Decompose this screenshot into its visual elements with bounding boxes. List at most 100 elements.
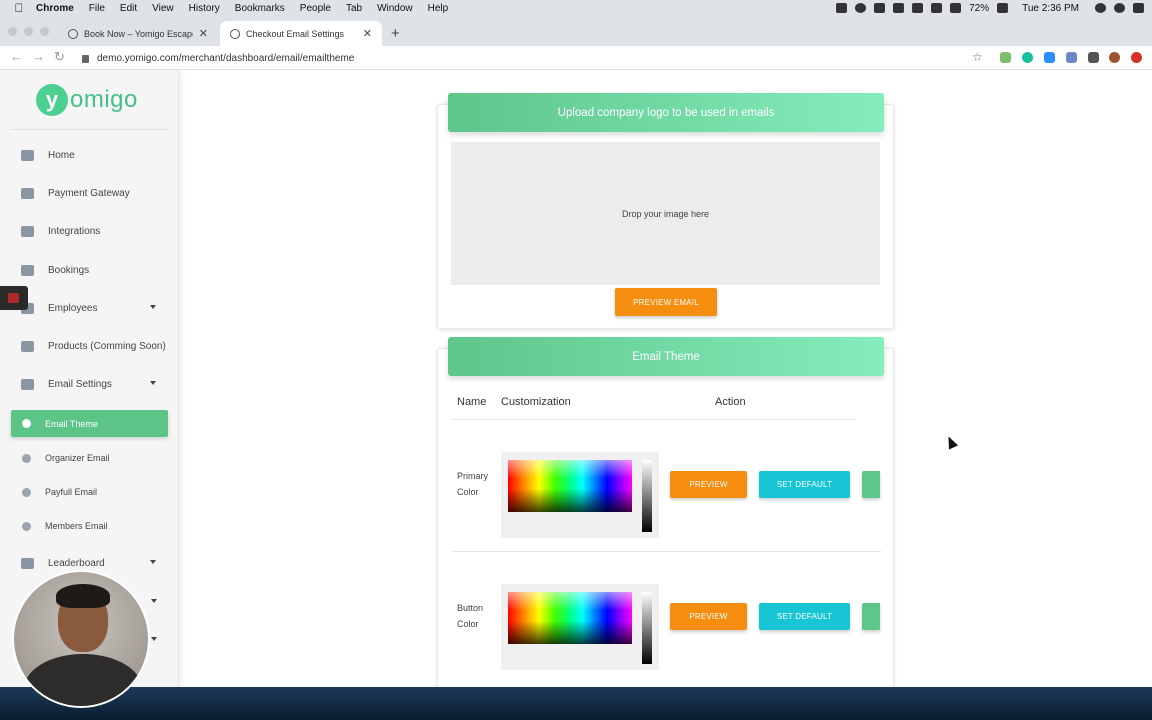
- column-header-customization: Customization: [501, 396, 571, 408]
- row-name: Button Color: [457, 600, 483, 632]
- sidebar-item-bookings[interactable]: Bookings: [0, 258, 170, 282]
- airplay-icon[interactable]: [912, 3, 924, 13]
- url-field[interactable]: demo.yomigo.com/merchant/dashboard/email…: [82, 50, 987, 67]
- menu-file[interactable]: File: [89, 3, 105, 14]
- apple-icon[interactable]: : [12, 1, 26, 15]
- sidebar-item-label: Products (Comming Soon): [48, 340, 166, 352]
- menu-edit[interactable]: Edit: [120, 3, 137, 14]
- color-swatch-grid[interactable]: [508, 592, 632, 644]
- chevron-down-icon[interactable]: [151, 637, 157, 641]
- wifi-icon[interactable]: [950, 3, 962, 13]
- browser-tab-book-now[interactable]: Book Now – Yomigo Escape Ro ✕: [58, 21, 218, 46]
- sidebar-item-label: Integrations: [48, 225, 101, 237]
- update-icon[interactable]: [1131, 52, 1142, 63]
- lock-icon[interactable]: [82, 54, 89, 63]
- spotlight-search-icon[interactable]: [1095, 3, 1106, 13]
- puzzle-icon[interactable]: [1088, 52, 1099, 63]
- button-color-set-default-button[interactable]: SET DEFAULT: [759, 603, 850, 630]
- sliders-icon: [21, 225, 34, 237]
- chevron-down-icon[interactable]: [151, 599, 157, 603]
- grayscale-strip[interactable]: [642, 592, 652, 664]
- sidebar-item-label: Organizer Email: [45, 453, 110, 463]
- menu-app-name[interactable]: Chrome: [36, 3, 74, 14]
- yomigo-logo[interactable]: y omigo: [36, 84, 138, 116]
- sidebar-item-integrations[interactable]: Integrations: [0, 219, 170, 243]
- primary-color-picker[interactable]: [501, 452, 659, 538]
- sidebar-item-products[interactable]: Products (Comming Soon): [0, 334, 170, 358]
- sidebar-item-label: Payment Gateway: [48, 187, 130, 199]
- primary-color-set-default-button[interactable]: SET DEFAULT: [759, 471, 850, 498]
- menu-tab[interactable]: Tab: [346, 3, 362, 14]
- sidebar-subitem-members-email[interactable]: Members Email: [0, 516, 170, 536]
- extension-icon[interactable]: [1000, 52, 1011, 63]
- button-color-save-button[interactable]: [862, 603, 880, 630]
- new-tab-button[interactable]: +: [391, 25, 400, 42]
- control-center-icon[interactable]: [1133, 3, 1144, 13]
- menu-view[interactable]: View: [152, 3, 174, 14]
- primary-color-save-button[interactable]: [862, 471, 880, 498]
- extension-on-icon[interactable]: [1066, 52, 1077, 63]
- credit-card-icon: [21, 187, 34, 199]
- menu-bookmarks[interactable]: Bookmarks: [235, 3, 285, 14]
- person-icon: [22, 487, 31, 497]
- primary-color-preview-button[interactable]: PREVIEW: [670, 471, 747, 498]
- desktop-background: [0, 687, 1152, 720]
- cloud-icon[interactable]: [893, 3, 905, 13]
- maximize-window-button[interactable]: [40, 27, 49, 36]
- browser-tab-bar: Book Now – Yomigo Escape Ro ✕ Checkout E…: [0, 16, 1152, 46]
- dropzone-label: Drop your image here: [621, 208, 710, 219]
- palette-icon: [22, 419, 31, 428]
- sidebar-item-email-settings[interactable]: Email Settings: [0, 372, 170, 396]
- menu-history[interactable]: History: [189, 3, 220, 14]
- leaderboard-icon: [21, 557, 34, 569]
- sidebar-item-label: Payfull Email: [45, 487, 98, 497]
- zoom-extension-icon[interactable]: [1044, 52, 1055, 63]
- row-name-line1: Primary: [457, 471, 488, 481]
- menu-people[interactable]: People: [300, 3, 331, 14]
- sidebar-item-label: Home: [48, 149, 75, 161]
- minimize-window-button[interactable]: [24, 27, 33, 36]
- close-window-button[interactable]: [8, 27, 17, 36]
- vpn-icon[interactable]: [855, 3, 867, 13]
- button-color-picker[interactable]: [501, 584, 659, 670]
- browser-tab-checkout-email-settings[interactable]: Checkout Email Settings ✕: [220, 21, 382, 46]
- button-color-preview-button[interactable]: PREVIEW: [670, 603, 747, 630]
- window-controls: [8, 27, 49, 36]
- forward-arrow-icon[interactable]: →: [32, 49, 45, 64]
- column-header-name: Name: [457, 396, 487, 408]
- color-swatch-grid[interactable]: [508, 460, 632, 512]
- sidebar-subitem-organizer-email[interactable]: Organizer Email: [0, 448, 170, 468]
- clock[interactable]: Tue 2:36 PM: [1022, 3, 1079, 14]
- grayscale-strip[interactable]: [642, 460, 652, 532]
- image-dropzone[interactable]: Drop your image here: [451, 142, 880, 285]
- siri-icon[interactable]: [1114, 3, 1125, 13]
- menu-window[interactable]: Window: [377, 3, 413, 14]
- back-arrow-icon[interactable]: ←: [10, 49, 23, 64]
- macos-menubar:  Chrome File Edit View History Bookmark…: [0, 0, 1152, 16]
- grammarly-icon[interactable]: [1022, 52, 1033, 63]
- row-name-line2: Color: [457, 487, 479, 497]
- menu-help[interactable]: Help: [428, 3, 449, 14]
- divider: [10, 129, 168, 130]
- dropbox-icon[interactable]: [874, 3, 886, 13]
- presenter-hair: [56, 584, 110, 608]
- tab-title: Book Now – Yomigo Escape Ro: [84, 28, 193, 39]
- profile-avatar[interactable]: [1109, 52, 1120, 63]
- sidebar-item-home[interactable]: Home: [0, 143, 170, 167]
- sidebar-subitem-email-theme[interactable]: Email Theme: [11, 410, 168, 437]
- sidebar-subitem-payfull-email[interactable]: Payfull Email: [0, 482, 170, 502]
- battery-icon[interactable]: [997, 3, 1009, 13]
- preview-email-button[interactable]: PREVIEW EMAIL: [615, 288, 717, 316]
- reload-icon[interactable]: ↻: [54, 49, 65, 65]
- sidebar-item-payment-gateway[interactable]: Payment Gateway: [0, 181, 170, 205]
- zoom-icon[interactable]: [836, 3, 848, 13]
- close-icon[interactable]: ✕: [199, 27, 208, 40]
- bookmark-star-icon[interactable]: ☆: [972, 50, 983, 64]
- close-icon[interactable]: ✕: [363, 27, 372, 40]
- sidebar-item-label: Email Theme: [45, 418, 98, 429]
- logo-wordmark: omigo: [70, 86, 138, 113]
- grid-icon: [21, 340, 34, 352]
- email-theme-card: Email Theme Name Customization Action Pr…: [437, 337, 894, 687]
- screen-recorder-stop-button[interactable]: [0, 286, 28, 310]
- bluetooth-icon[interactable]: [931, 3, 943, 13]
